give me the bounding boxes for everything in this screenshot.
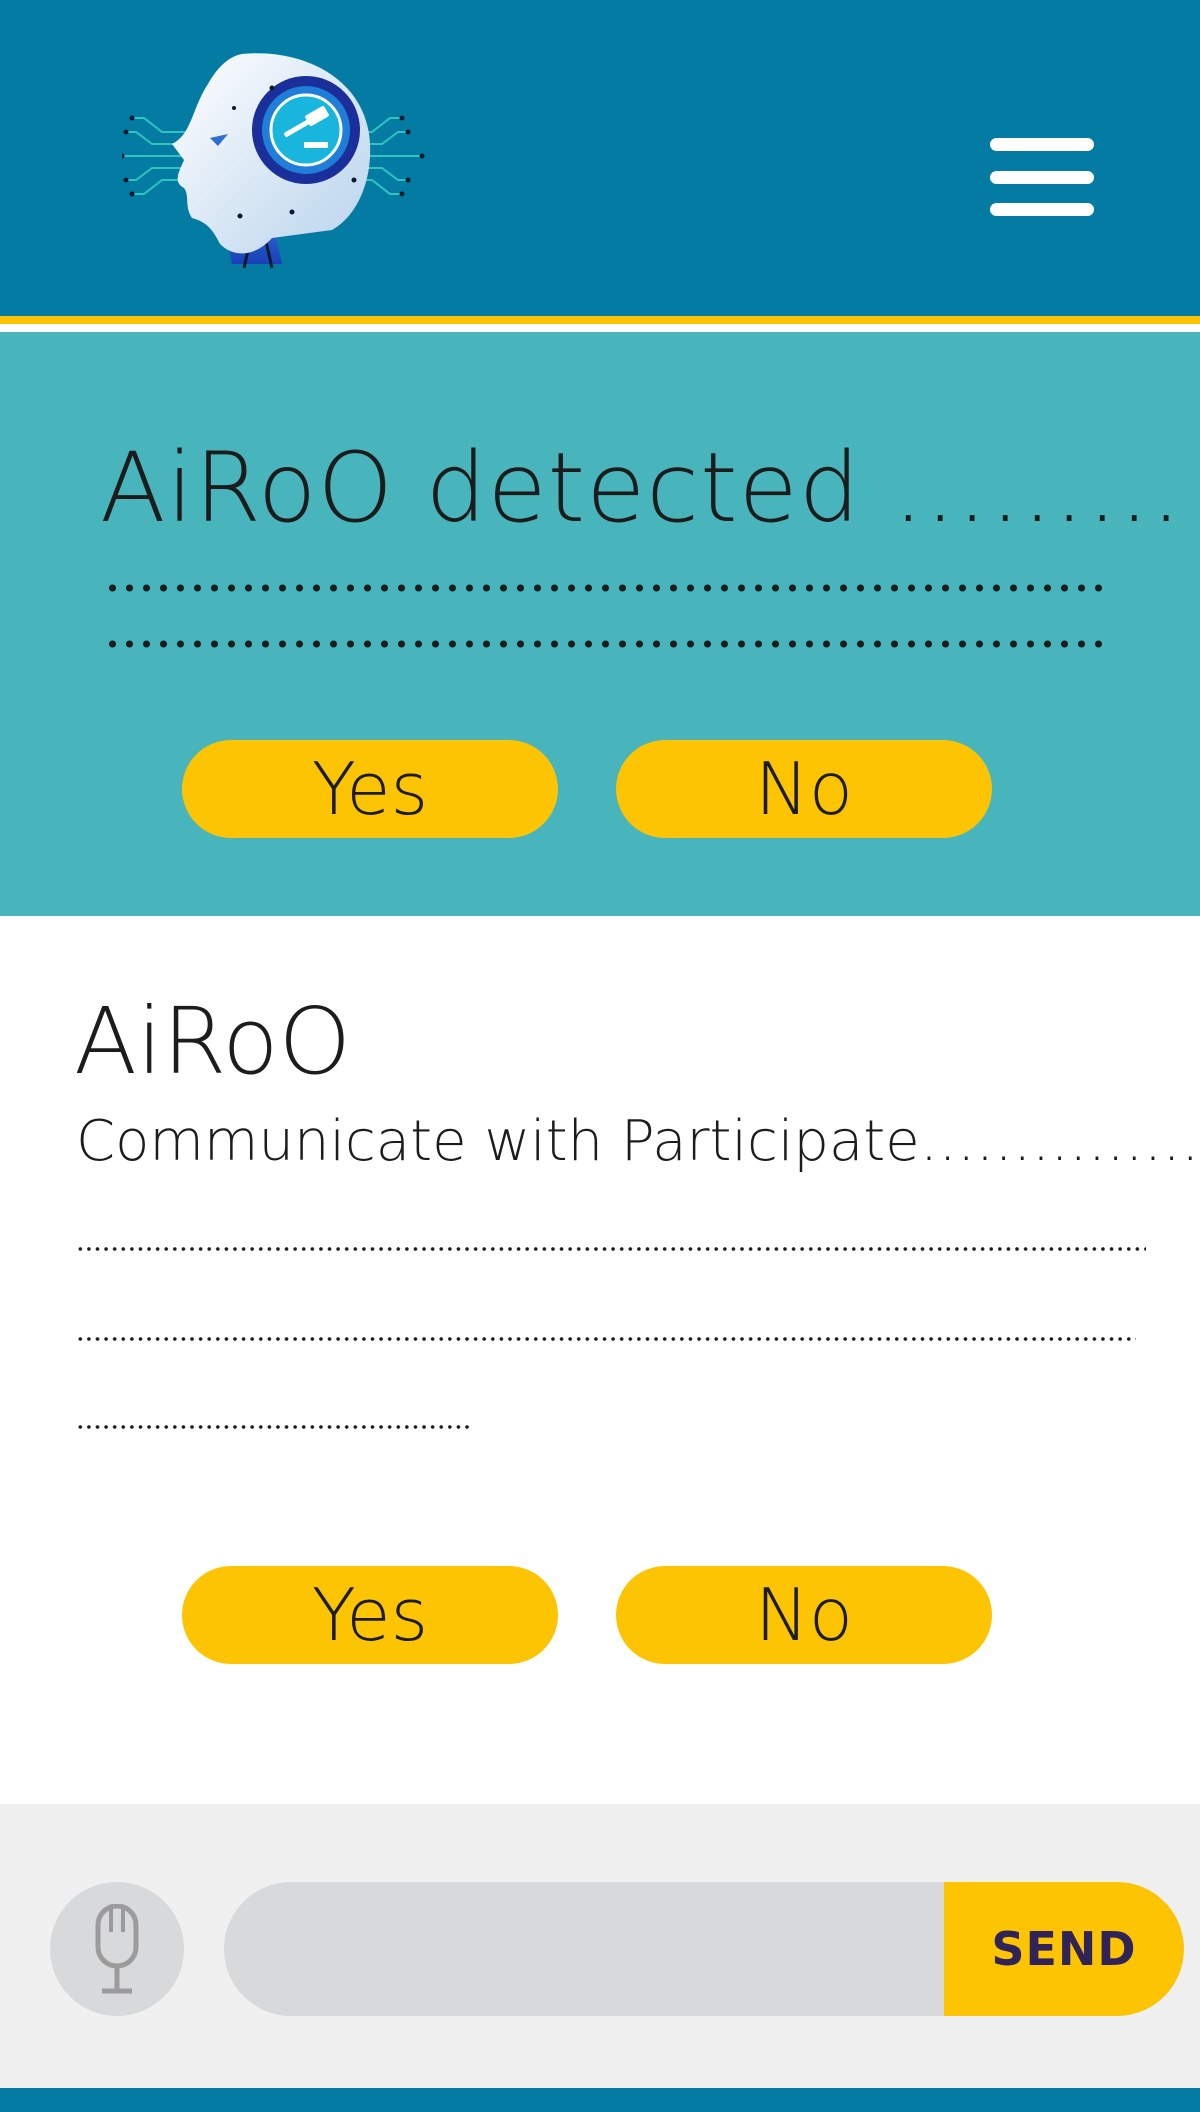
message-sender: AiRoO — [74, 988, 351, 1095]
hamburger-menu-icon[interactable] — [990, 138, 1094, 216]
microphone-icon — [95, 1904, 139, 1994]
alert-yes-button[interactable]: Yes — [182, 740, 558, 838]
message-placeholder-line — [76, 1336, 1136, 1342]
menu-bar-middle — [990, 170, 1094, 184]
microphone-button[interactable] — [50, 1882, 184, 2016]
send-button[interactable]: SEND — [944, 1882, 1184, 2016]
message-text: Communicate with Participate…………… — [76, 1109, 1200, 1174]
message-yes-button[interactable]: Yes — [182, 1566, 558, 1664]
message-no-button[interactable]: No — [616, 1566, 992, 1664]
alert-no-button[interactable]: No — [616, 740, 992, 838]
message-placeholder-line — [76, 1246, 1146, 1252]
composer-bar: SEND — [0, 1804, 1200, 2088]
message-placeholder-line — [76, 1424, 470, 1430]
alert-placeholder-line — [104, 638, 1104, 650]
message-input-wrapper: SEND — [224, 1882, 1184, 2016]
robot-head-gavel-logo — [122, 53, 425, 269]
detection-alert-panel: AiRoO detected ……… Yes No — [0, 332, 1200, 916]
alert-placeholder-line — [104, 582, 1104, 594]
footer-bar — [0, 2088, 1200, 2112]
alert-title: AiRoO detected ……… — [100, 432, 1184, 544]
app-header — [0, 0, 1200, 324]
menu-bar-top — [990, 138, 1094, 151]
menu-bar-bottom — [990, 203, 1094, 216]
message-input[interactable] — [264, 1882, 908, 2016]
